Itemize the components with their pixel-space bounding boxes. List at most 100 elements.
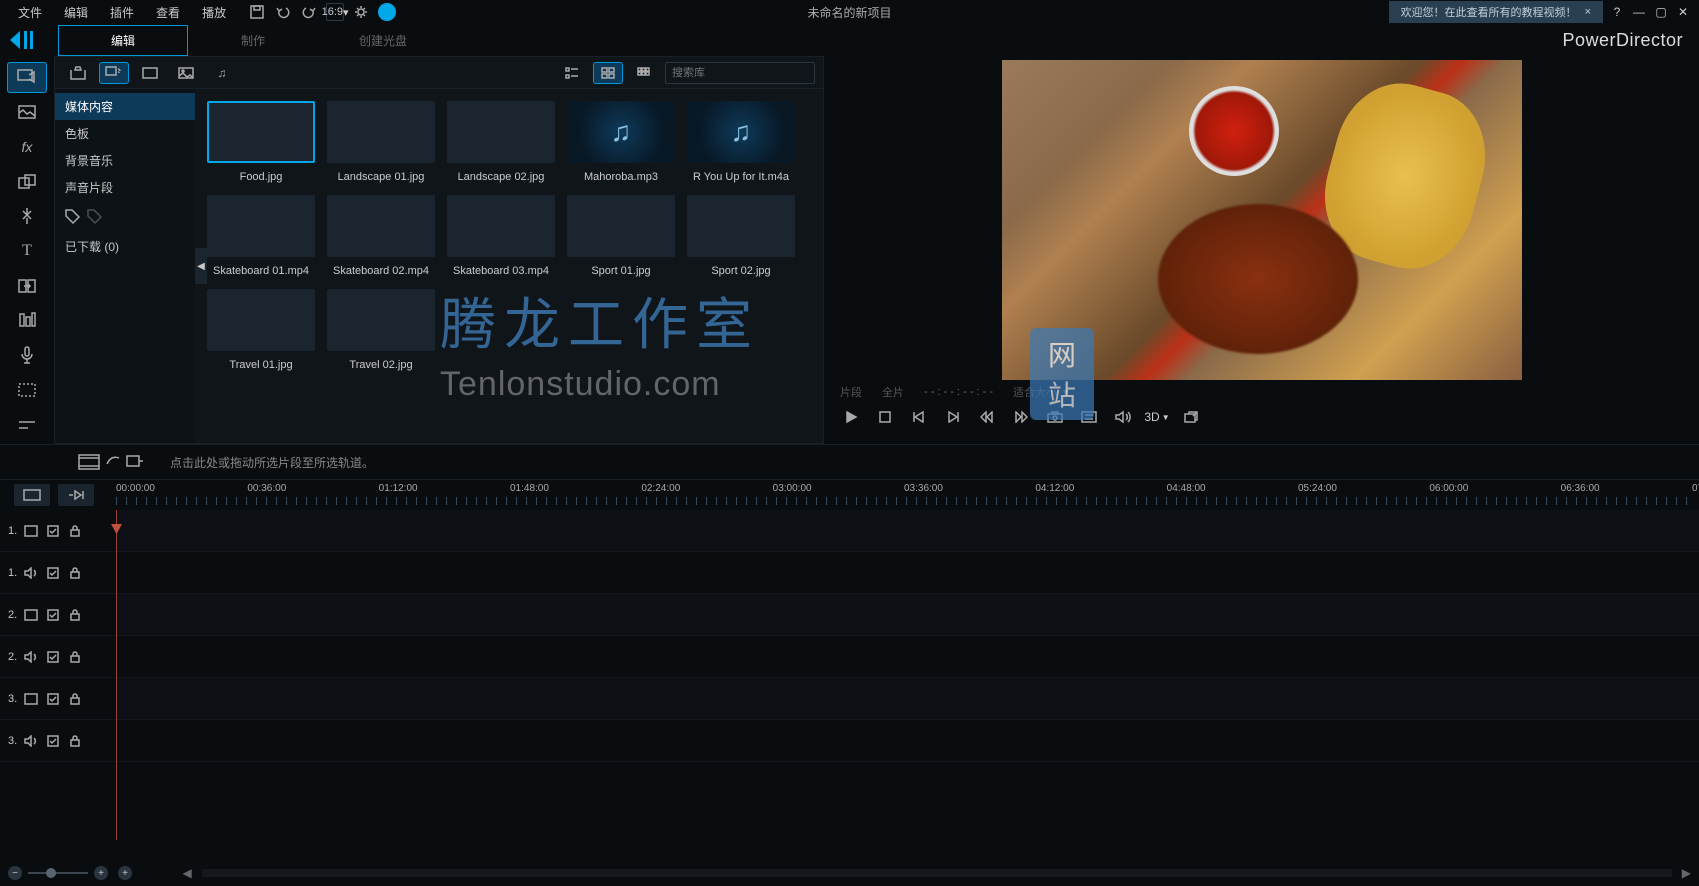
audio-mix-room-icon[interactable] [7,305,47,336]
media-room-icon[interactable] [7,62,47,93]
close-banner-icon[interactable]: × [1585,6,1591,18]
zoom-in-icon[interactable]: + [94,866,108,880]
sidebar-item-soundclip[interactable]: 声音片段 [55,174,195,201]
track-header[interactable]: 3. [0,678,116,720]
timeline-view-icon[interactable] [14,484,50,506]
preview-viewport[interactable] [1002,60,1522,380]
3d-toggle[interactable]: 3D ▼ [1146,406,1168,428]
minimize-icon[interactable]: — [1631,4,1647,20]
sidebar-item-media-content[interactable]: 媒体内容 [55,93,195,120]
sidebar-item-bgm[interactable]: 背景音乐 [55,147,195,174]
tab-create-disc[interactable]: 创建光盘 [318,26,448,55]
media-item[interactable]: Travel 02.jpg [325,289,437,371]
undock-icon[interactable] [1180,406,1202,428]
track-area[interactable] [116,510,1699,862]
visibility-toggle-icon[interactable] [45,523,61,539]
volume-icon[interactable] [1112,406,1134,428]
menu-file[interactable]: 文件 [8,1,52,24]
sidebar-item-downloaded[interactable]: 已下载 (0) [55,233,195,260]
track-header[interactable]: 2. [0,594,116,636]
scrollbar-h[interactable] [202,869,1672,877]
zoom-out-icon[interactable]: − [8,866,22,880]
menu-edit[interactable]: 编辑 [54,1,98,24]
media-item[interactable]: Sport 01.jpg [565,195,677,277]
add-track-icon[interactable]: + [118,866,132,880]
undo-icon[interactable] [274,3,292,21]
track-row[interactable] [116,594,1699,636]
close-icon[interactable]: ✕ [1675,4,1691,20]
lock-toggle-icon[interactable] [67,607,83,623]
fast-fwd-icon[interactable] [1010,406,1032,428]
media-item[interactable]: Food.jpg [205,101,317,183]
help-icon[interactable]: ? [1609,4,1625,20]
visibility-toggle-icon[interactable] [45,733,61,749]
media-item[interactable]: Sport 02.jpg [685,195,797,277]
curve-icon[interactable] [106,454,120,466]
filter-all-icon[interactable] [99,62,129,84]
next-frame-icon[interactable] [942,406,964,428]
media-item[interactable]: Skateboard 01.mp4 [205,195,317,277]
prev-frame-icon[interactable] [908,406,930,428]
track-row[interactable] [116,510,1699,552]
tag-remove-icon[interactable] [87,209,103,225]
settings-icon[interactable] [352,3,370,21]
track-row[interactable] [116,552,1699,594]
track-row[interactable] [116,678,1699,720]
visibility-toggle-icon[interactable] [45,691,61,707]
visibility-toggle-icon[interactable] [45,607,61,623]
tag-add-icon[interactable] [65,209,81,225]
redo-icon[interactable] [300,3,318,21]
clip-label[interactable]: 片段 [840,384,862,400]
title-room-icon[interactable]: T [7,236,47,267]
snapshot-icon[interactable] [1044,406,1066,428]
fx-icon[interactable]: fx [7,132,47,163]
media-item[interactable]: Landscape 02.jpg [445,101,557,183]
media-item[interactable]: Skateboard 02.mp4 [325,195,437,277]
movie-label[interactable]: 全片 [882,384,904,400]
transition-room-icon[interactable] [7,270,47,301]
lock-toggle-icon[interactable] [67,523,83,539]
sidebar-item-colorboard[interactable]: 色板 [55,120,195,147]
track-header[interactable]: 1. [0,552,116,594]
save-icon[interactable] [248,3,266,21]
playhead[interactable] [116,510,117,840]
welcome-banner[interactable]: 欢迎您！在此查看所有的教程视频！ × [1389,1,1603,23]
view-grid-icon[interactable] [593,62,623,84]
media-item[interactable]: Travel 01.jpg [205,289,317,371]
search-field[interactable] [672,67,814,79]
subtitle-room-icon[interactable] [7,409,47,440]
aspect-ratio-button[interactable]: 16:9 ▾ [326,3,344,21]
fit-dropdown[interactable]: 适合大小 ▼ [1013,384,1071,400]
filter-image-icon[interactable] [171,62,201,84]
chapter-room-icon[interactable] [7,375,47,406]
lock-toggle-icon[interactable] [67,565,83,581]
view-small-icon[interactable] [629,62,659,84]
movie-view-icon[interactable] [58,484,94,506]
voiceover-room-icon[interactable] [7,340,47,371]
import-icon[interactable] [63,62,93,84]
media-item[interactable]: Skateboard 03.mp4 [445,195,557,277]
visibility-toggle-icon[interactable] [45,565,61,581]
maximize-icon[interactable]: ▢ [1653,4,1669,20]
effect-room-icon[interactable] [7,97,47,128]
track-row[interactable] [116,720,1699,762]
visibility-toggle-icon[interactable] [45,649,61,665]
time-ruler[interactable]: 00:00:0000:36:0001:12:0001:48:0002:24:00… [116,483,1693,507]
tab-edit[interactable]: 编辑 [58,25,188,56]
media-item[interactable]: ♫R You Up for It.m4a [685,101,797,183]
pip-room-icon[interactable] [7,166,47,197]
quality-icon[interactable] [1078,406,1100,428]
tab-produce[interactable]: 制作 [188,26,318,55]
stop-icon[interactable] [874,406,896,428]
track-row[interactable] [116,636,1699,678]
track-header[interactable]: 2. [0,636,116,678]
view-list-icon[interactable] [557,62,587,84]
menu-play[interactable]: 播放 [192,1,236,24]
media-item[interactable]: Landscape 01.jpg [325,101,437,183]
lock-toggle-icon[interactable] [67,733,83,749]
search-input[interactable] [665,62,815,84]
lock-toggle-icon[interactable] [67,691,83,707]
track-header[interactable]: 1. [0,510,116,552]
play-icon[interactable] [840,406,862,428]
cloud-icon[interactable] [378,3,396,21]
